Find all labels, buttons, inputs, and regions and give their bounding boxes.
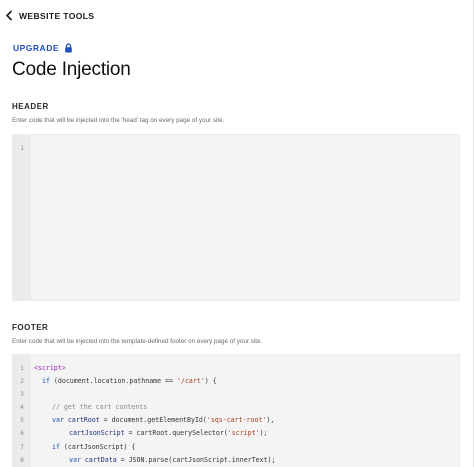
line-number: 6 — [20, 430, 24, 438]
line-number: 3 — [20, 391, 24, 399]
lock-icon — [65, 43, 72, 53]
footer-editor-gutter: 1 2 3 4 5 6 7 8 — [13, 355, 31, 467]
code-token: ), — [266, 416, 275, 425]
footer-code-area[interactable]: <script> if (document.location.pathname … — [31, 355, 459, 467]
line-number: 4 — [20, 404, 24, 412]
back-to-website-tools-button[interactable]: WEBSITE TOOLS — [5, 10, 94, 21]
line-number: 5 — [20, 417, 24, 425]
code-token: cartData — [84, 455, 117, 464]
code-token: if — [42, 377, 50, 386]
code-token: 'script' — [227, 429, 260, 438]
code-line: if (document.location.pathname == '/cart… — [34, 375, 459, 388]
code-token: (document.location.pathname == — [49, 377, 177, 386]
footer-section-description: Enter code that will be injected into th… — [12, 338, 263, 345]
code-line: <script> — [34, 362, 459, 375]
code-line: cartJsonScript = cartRoot.querySelector(… — [34, 427, 459, 440]
code-token: 'sqs-cart-root' — [206, 416, 267, 425]
code-line: if (cartJsonScript) { — [34, 441, 459, 454]
line-number: 1 — [20, 145, 24, 152]
code-token: = document.getElementById( — [99, 416, 207, 425]
chevron-left-icon — [5, 10, 13, 21]
code-line: var cartRoot = document.getElementById('… — [34, 414, 459, 427]
code-line: var cartData = JSON.parse(cartJsonScript… — [34, 454, 459, 467]
code-token: var — [69, 455, 81, 464]
page-title: Code Injection — [12, 59, 131, 80]
code-token: ) { — [204, 377, 217, 386]
code-token: <script> — [34, 364, 66, 372]
code-token: '/cart' — [177, 377, 205, 386]
header-section-description: Enter code that will be injected into th… — [12, 117, 225, 124]
line-number: 2 — [20, 378, 24, 386]
top-bar: WEBSITE TOOLS — [0, 0, 473, 31]
code-token: cartJsonScript — [69, 429, 125, 438]
code-token: ); — [259, 429, 268, 438]
code-token: // get the cart contents — [52, 403, 148, 412]
upgrade-label: UPGRADE — [13, 43, 60, 53]
code-line: // get the cart contents — [34, 401, 459, 414]
back-label: WEBSITE TOOLS — [19, 10, 95, 21]
code-token: var — [52, 416, 64, 425]
code-token: if — [52, 442, 60, 451]
header-section-label: HEADER — [12, 102, 49, 111]
code-token: = cartRoot.querySelector( — [124, 429, 228, 438]
code-injection-panel: WEBSITE TOOLS UPGRADE Code Injection HEA… — [0, 0, 474, 467]
code-token: = JSON.parse(cartJsonScript.innerText); — [116, 455, 276, 464]
footer-code-editor[interactable]: 1 2 3 4 5 6 7 8 <script> if (document.lo… — [12, 354, 460, 467]
footer-section-label: FOOTER — [12, 323, 49, 332]
upgrade-link[interactable]: UPGRADE — [13, 43, 73, 53]
code-token: (cartJsonScript) { — [59, 442, 136, 451]
header-code-area[interactable] — [31, 135, 459, 300]
code-token: cartRoot — [67, 416, 100, 425]
header-code-editor[interactable]: 1 — [12, 134, 460, 301]
line-number: 7 — [20, 443, 24, 451]
line-number: 8 — [20, 456, 24, 464]
header-editor-gutter: 1 — [13, 135, 31, 300]
line-number: 1 — [20, 365, 24, 372]
